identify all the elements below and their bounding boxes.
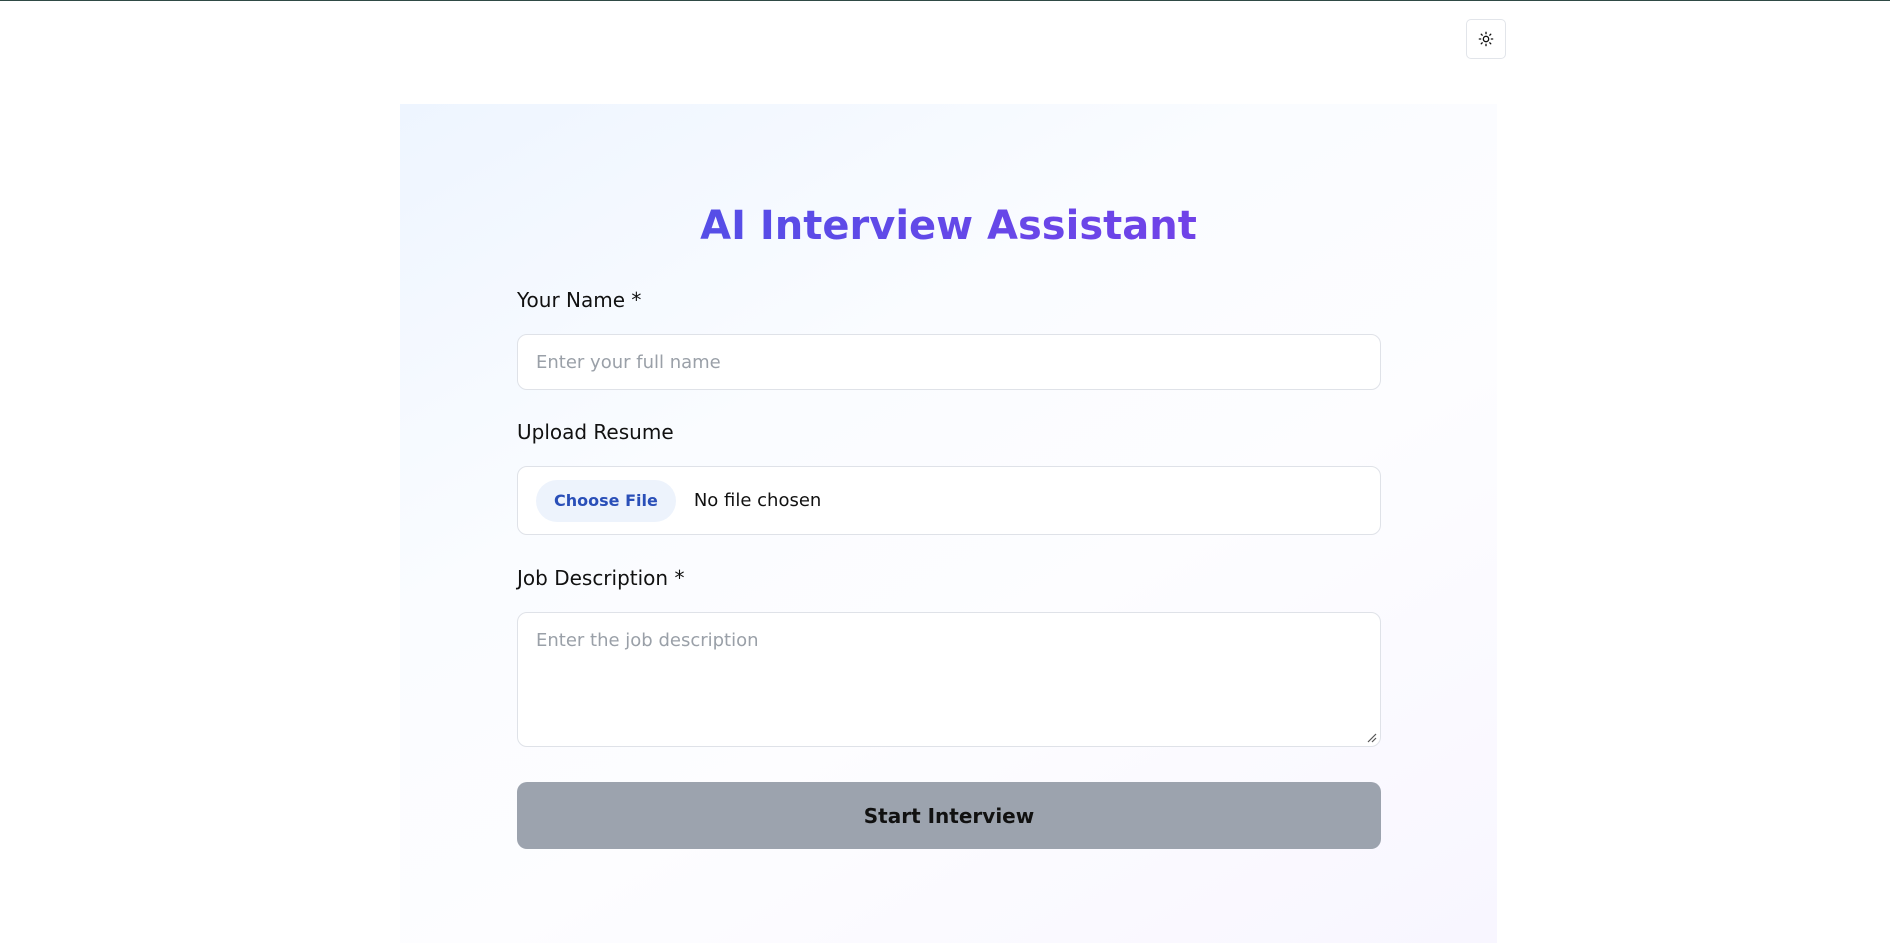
theme-toggle-button[interactable] bbox=[1466, 19, 1506, 59]
name-input[interactable] bbox=[518, 335, 1380, 389]
interview-form-card: AI Interview Assistant Your Name * Uploa… bbox=[400, 104, 1497, 943]
name-label: Your Name * bbox=[517, 288, 642, 312]
resume-label: Upload Resume bbox=[517, 420, 674, 444]
file-status-text: No file chosen bbox=[693, 490, 822, 511]
start-interview-button[interactable]: Start Interview bbox=[517, 782, 1381, 849]
job-description-textarea[interactable] bbox=[518, 613, 1380, 746]
resize-grip-icon[interactable] bbox=[1365, 731, 1377, 743]
choose-file-button[interactable]: Choose File bbox=[536, 479, 676, 522]
page-title: AI Interview Assistant bbox=[400, 198, 1497, 254]
job-description-wrapper bbox=[517, 612, 1381, 747]
job-description-label: Job Description * bbox=[517, 566, 685, 590]
resume-file-input[interactable]: Choose File No file chosen bbox=[517, 466, 1381, 535]
sun-icon bbox=[1478, 31, 1494, 47]
top-border bbox=[0, 0, 1890, 1]
name-field-wrapper bbox=[517, 334, 1381, 390]
